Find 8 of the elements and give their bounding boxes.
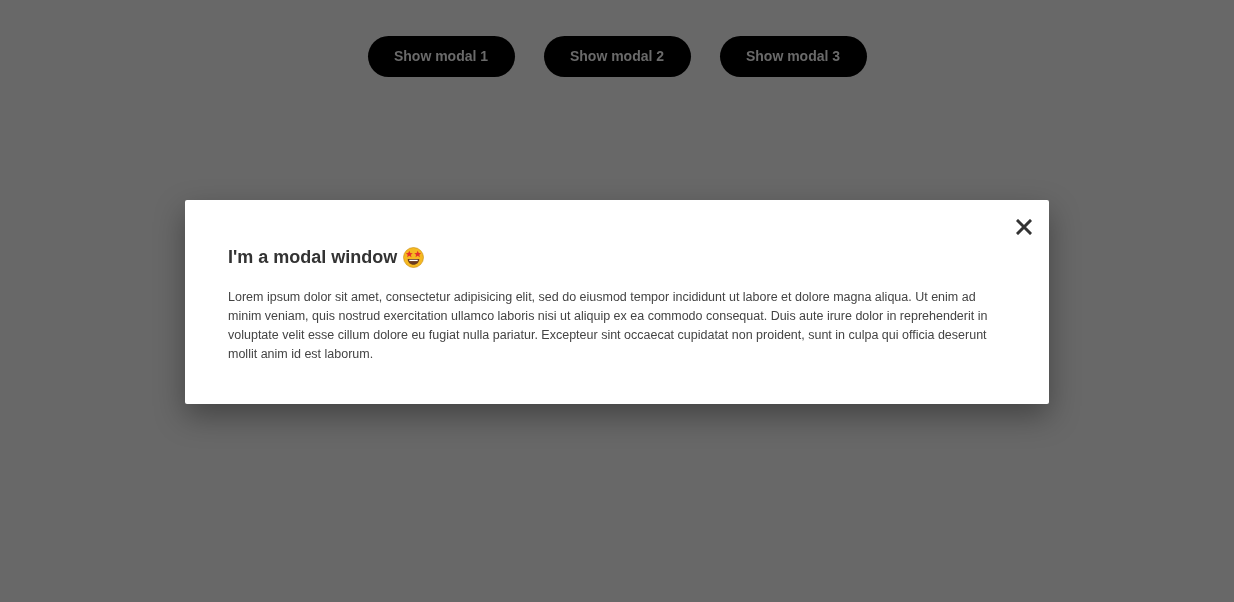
modal-title: I'm a modal window [228,246,398,269]
modal-body-text: Lorem ipsum dolor sit amet, consectetur adipisicing elit, sed do eiusmod tempor incididunt ut labore et dolore magna aliqua. Ut enim ad minim veniam, quis nostrud exercitation ullamco laboris nisi ut aliquip ex ea commodo consequat. Duis aute irure dolor in reprehenderit in voluptate velit esse cillum dolore eu fugiat nulla pariatur. Excepteur sint occaecat cupidatat non proident, sunt in culpa qui officia deserunt mollit anim id est laborum. [228,289,989,363]
show-modal-button[interactable]: Show modal 1 [367,36,515,77]
star-eyes-face-icon [403,247,425,268]
show-modal-button[interactable]: Show modal 2 [543,36,691,77]
show-modal-button[interactable]: Show modal 3 [719,36,867,77]
close-button[interactable] [1015,218,1033,236]
close-icon [1016,219,1032,235]
